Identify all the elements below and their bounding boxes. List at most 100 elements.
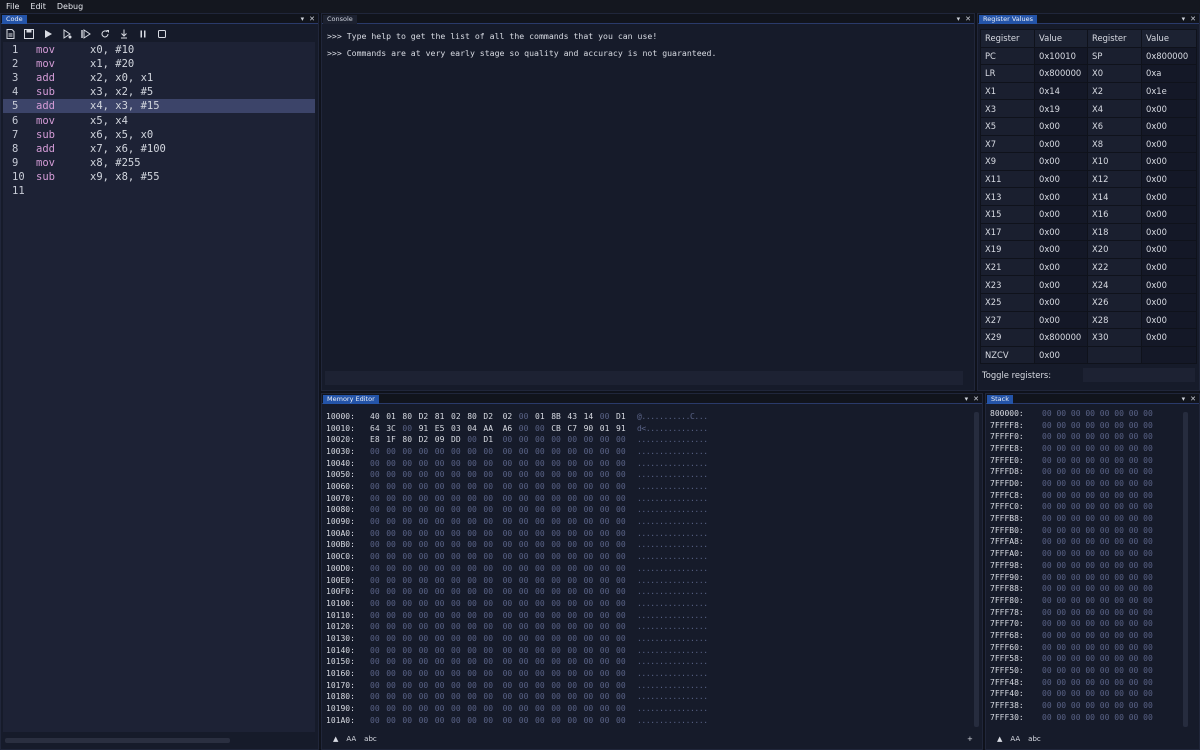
memory-byte[interactable]: 00: [503, 691, 513, 703]
memory-byte[interactable]: 14: [584, 411, 594, 423]
memory-byte[interactable]: 00: [467, 458, 477, 470]
memory-byte[interactable]: 00: [584, 656, 594, 668]
run-icon[interactable]: [43, 29, 53, 39]
memory-byte[interactable]: 00: [551, 656, 561, 668]
memory-byte[interactable]: 00: [600, 446, 610, 458]
memory-byte[interactable]: 00: [600, 680, 610, 692]
memory-byte[interactable]: 00: [503, 493, 513, 505]
memory-byte[interactable]: D1: [483, 434, 493, 446]
memory-byte[interactable]: 00: [386, 691, 396, 703]
memory-byte[interactable]: 00: [616, 493, 626, 505]
memory-byte[interactable]: 00: [402, 458, 412, 470]
memory-byte[interactable]: 00: [402, 668, 412, 680]
memory-byte[interactable]: 00: [503, 481, 513, 493]
memory-byte[interactable]: 00: [370, 458, 380, 470]
memory-byte[interactable]: 00: [451, 504, 461, 516]
memory-byte[interactable]: 00: [551, 645, 561, 657]
memory-byte[interactable]: 00: [519, 691, 529, 703]
memory-byte[interactable]: 00: [567, 598, 577, 610]
memory-byte[interactable]: 00: [551, 481, 561, 493]
memory-byte[interactable]: 00: [370, 691, 380, 703]
memory-byte[interactable]: 00: [567, 504, 577, 516]
memory-byte[interactable]: 00: [519, 703, 529, 715]
memory-byte[interactable]: 00: [451, 703, 461, 715]
memory-byte[interactable]: 00: [402, 610, 412, 622]
memory-byte[interactable]: 00: [386, 598, 396, 610]
memory-byte[interactable]: 00: [419, 703, 429, 715]
memory-byte[interactable]: 00: [451, 469, 461, 481]
memory-byte[interactable]: 00: [435, 715, 445, 727]
memory-byte[interactable]: 00: [584, 680, 594, 692]
stack-bytes[interactable]: 00 00 00 00 00 00 00 00: [1042, 572, 1153, 584]
memory-byte[interactable]: 00: [584, 539, 594, 551]
memory-byte[interactable]: 00: [600, 621, 610, 633]
memory-byte[interactable]: 00: [402, 423, 412, 435]
memory-byte[interactable]: 00: [467, 528, 477, 540]
memory-byte[interactable]: 00: [519, 551, 529, 563]
memory-byte[interactable]: 00: [567, 621, 577, 633]
memory-byte[interactable]: 00: [535, 598, 545, 610]
memory-byte[interactable]: 00: [451, 633, 461, 645]
memory-byte[interactable]: 00: [519, 586, 529, 598]
memory-byte[interactable]: 02: [503, 411, 513, 423]
memory-byte[interactable]: 00: [370, 610, 380, 622]
memory-byte[interactable]: 00: [435, 621, 445, 633]
memory-byte[interactable]: 00: [503, 563, 513, 575]
memory-byte[interactable]: 00: [386, 645, 396, 657]
memory-byte[interactable]: 00: [386, 528, 396, 540]
memory-byte[interactable]: DD: [451, 434, 461, 446]
memory-byte[interactable]: 00: [600, 516, 610, 528]
memory-byte[interactable]: 00: [451, 563, 461, 575]
memory-byte[interactable]: 00: [616, 633, 626, 645]
memory-byte[interactable]: 00: [616, 610, 626, 622]
memory-byte[interactable]: 00: [483, 528, 493, 540]
memory-byte[interactable]: 00: [584, 516, 594, 528]
memory-byte[interactable]: 00: [435, 703, 445, 715]
close-icon[interactable]: ✕: [309, 14, 315, 24]
memory-byte[interactable]: 00: [467, 645, 477, 657]
memory-byte[interactable]: 00: [435, 469, 445, 481]
panel-menu-icon[interactable]: ▾: [1182, 394, 1186, 404]
memory-byte[interactable]: 00: [467, 621, 477, 633]
memory-byte[interactable]: 00: [386, 621, 396, 633]
tab-console[interactable]: Console: [323, 15, 357, 24]
memory-byte[interactable]: 00: [600, 656, 610, 668]
memory-byte[interactable]: 00: [567, 610, 577, 622]
memory-byte[interactable]: 00: [519, 469, 529, 481]
memory-byte[interactable]: 00: [584, 610, 594, 622]
memory-byte[interactable]: 00: [584, 493, 594, 505]
memory-byte[interactable]: 00: [483, 715, 493, 727]
memory-byte[interactable]: 8B: [551, 411, 561, 423]
memory-byte[interactable]: 00: [370, 645, 380, 657]
memory-byte[interactable]: 00: [503, 680, 513, 692]
memory-byte[interactable]: D2: [483, 411, 493, 423]
memory-byte[interactable]: 00: [600, 598, 610, 610]
memory-byte[interactable]: 00: [551, 528, 561, 540]
memory-byte[interactable]: 00: [370, 703, 380, 715]
memory-byte[interactable]: 00: [451, 458, 461, 470]
memory-byte[interactable]: 00: [600, 668, 610, 680]
memory-byte[interactable]: 00: [600, 575, 610, 587]
memory-byte[interactable]: 00: [503, 633, 513, 645]
memory-byte[interactable]: 00: [370, 539, 380, 551]
memory-byte[interactable]: 00: [519, 504, 529, 516]
step-into-icon[interactable]: [119, 29, 129, 39]
memory-byte[interactable]: 00: [419, 645, 429, 657]
memory-byte[interactable]: 00: [519, 411, 529, 423]
memory-byte[interactable]: 00: [535, 516, 545, 528]
memory-byte[interactable]: 00: [503, 575, 513, 587]
memory-byte[interactable]: 00: [551, 504, 561, 516]
memory-byte[interactable]: 00: [551, 575, 561, 587]
memory-byte[interactable]: 00: [535, 575, 545, 587]
memory-byte[interactable]: 00: [370, 516, 380, 528]
stack-bytes[interactable]: 00 00 00 00 00 00 00 00: [1042, 618, 1153, 630]
memory-byte[interactable]: 00: [419, 493, 429, 505]
memory-byte[interactable]: 00: [600, 528, 610, 540]
stack-bytes[interactable]: 00 00 00 00 00 00 00 00: [1042, 665, 1153, 677]
memory-byte[interactable]: 43: [567, 411, 577, 423]
memory-byte[interactable]: 00: [435, 446, 445, 458]
memory-byte[interactable]: 00: [584, 446, 594, 458]
memory-byte[interactable]: 00: [386, 539, 396, 551]
stack-bytes[interactable]: 00 00 00 00 00 00 00 00: [1042, 688, 1153, 700]
memory-byte[interactable]: 02: [451, 411, 461, 423]
